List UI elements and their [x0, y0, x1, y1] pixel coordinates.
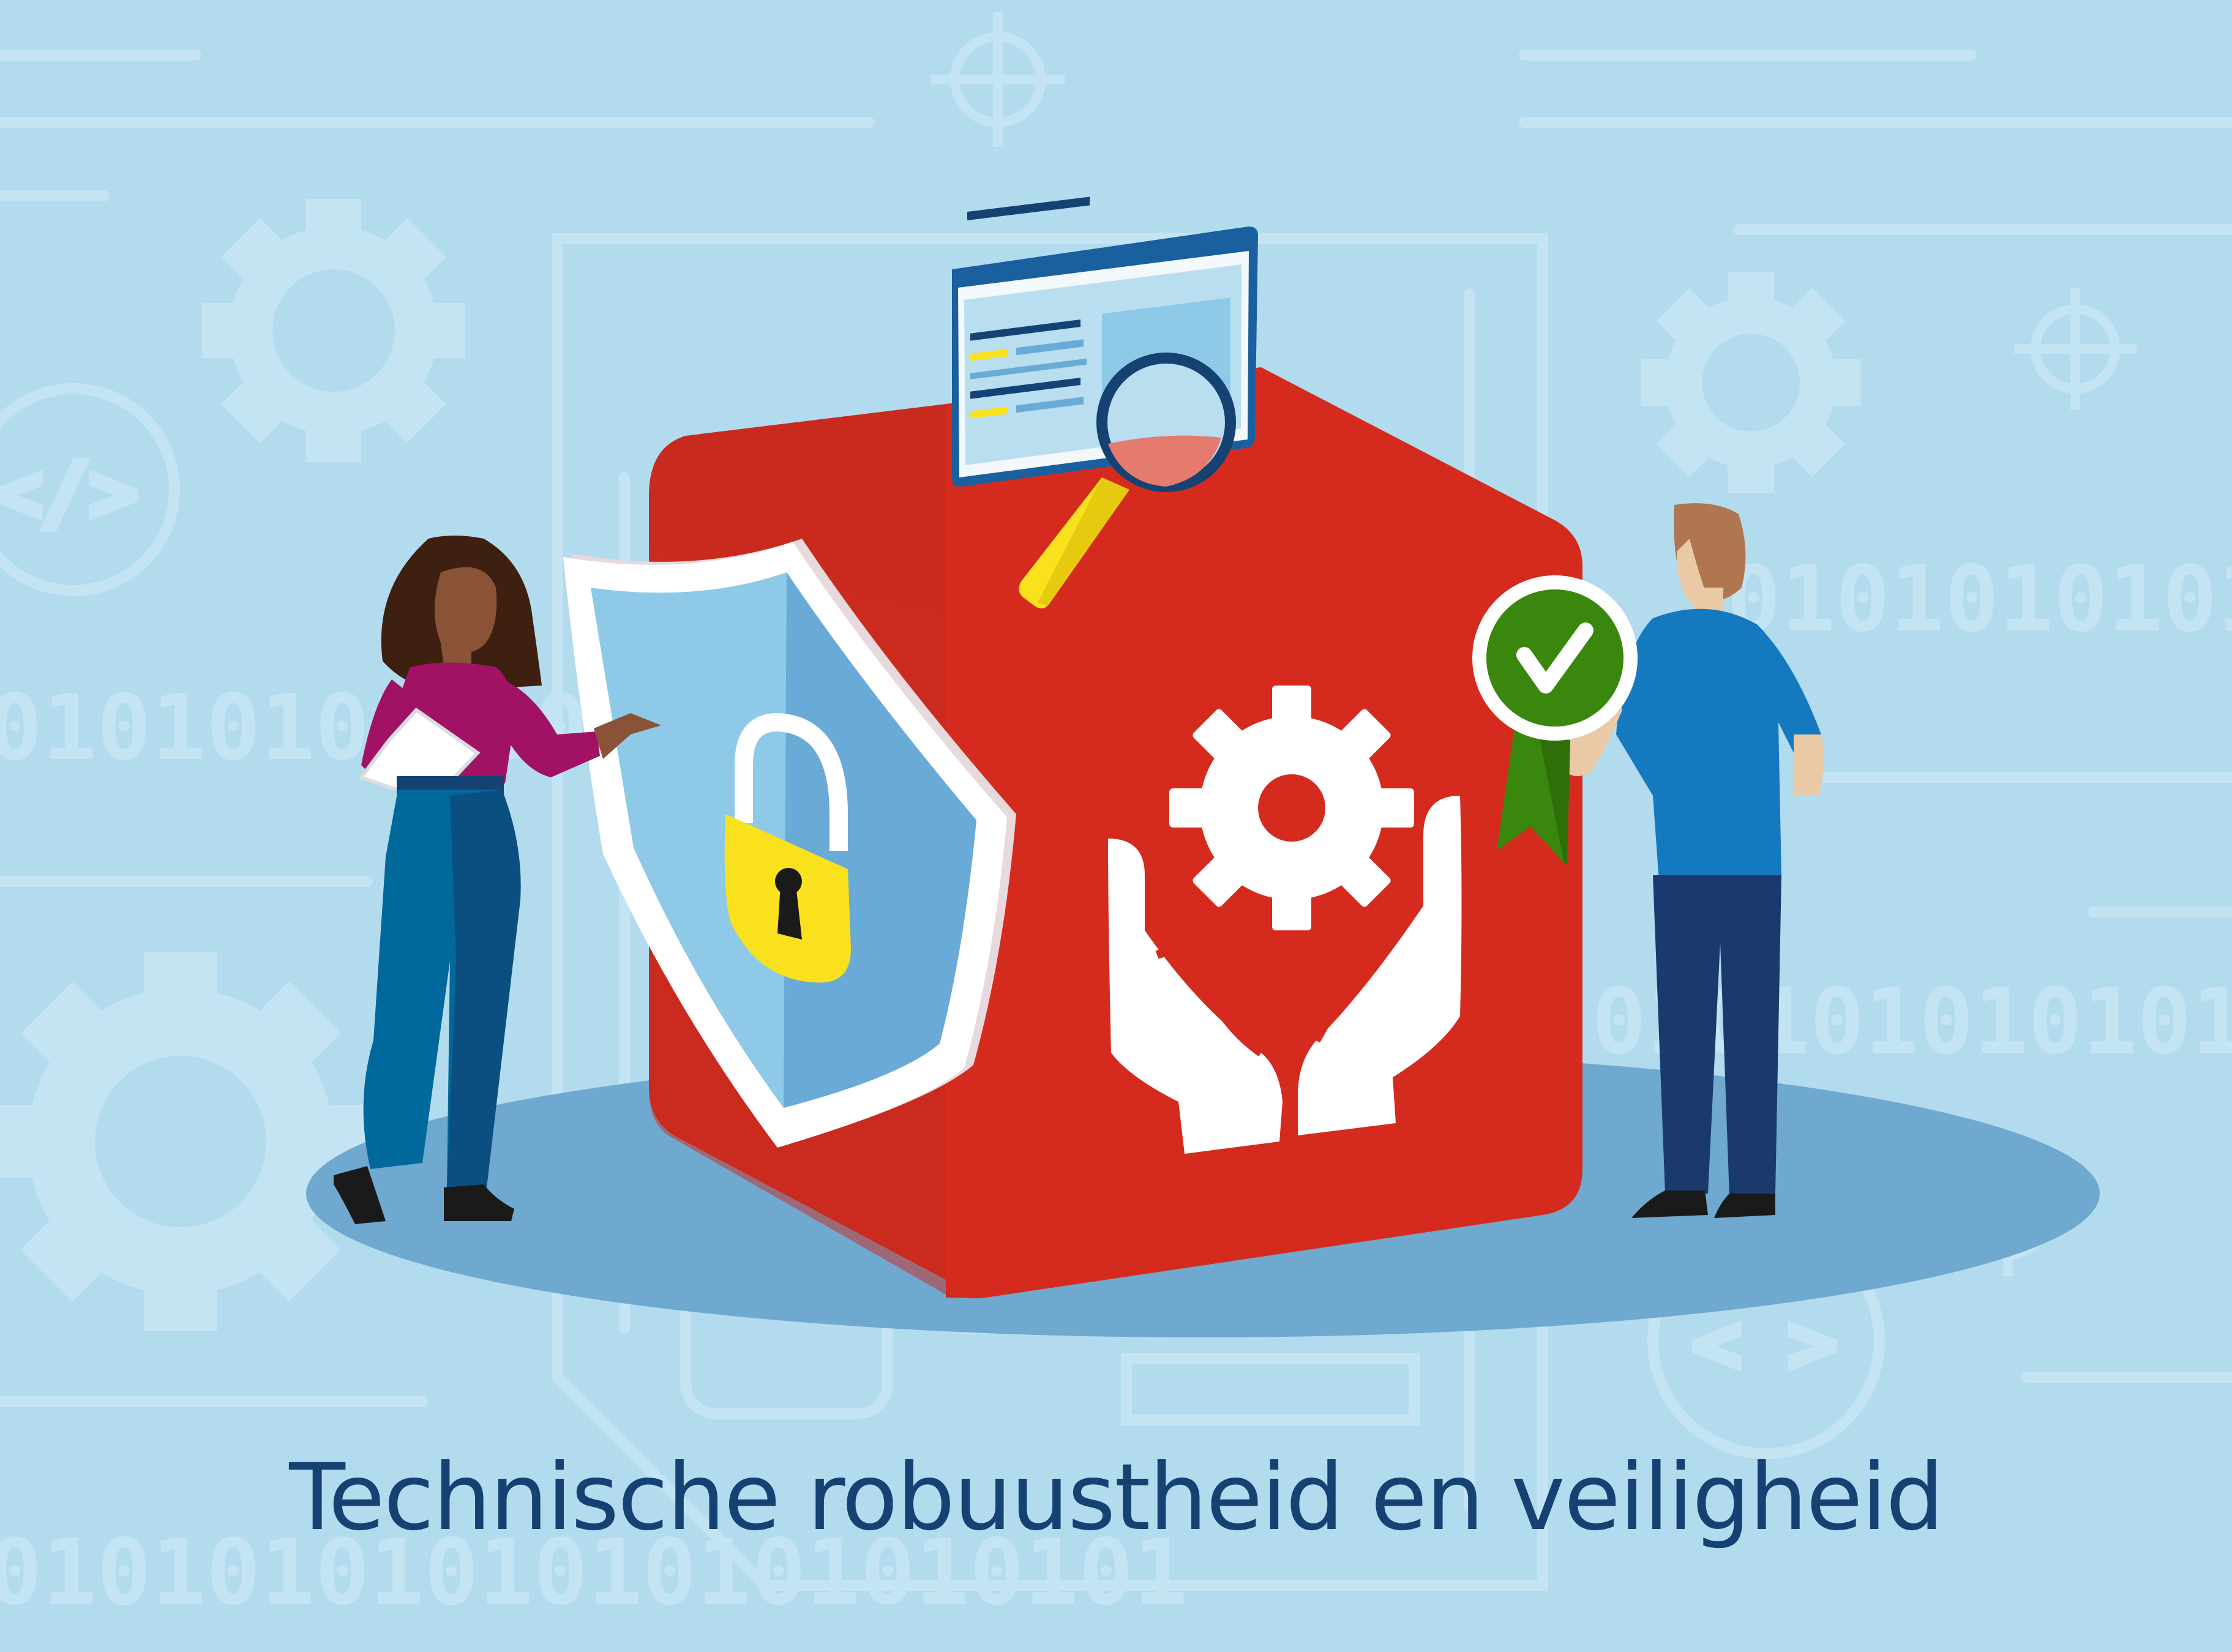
page-title: Technische robuustheid en veiligheid [289, 1445, 1944, 1551]
background-code-symbol: </> [0, 446, 138, 539]
gear-icon [1169, 686, 1414, 930]
illustration-canvas: </> < > 0101010101010101010101 010101010… [0, 12, 2232, 1625]
illustration: </> < > 0101010101010101010101 010101010… [0, 0, 2232, 1652]
background-binary-text: 0101010101010101010101 [1726, 547, 2232, 652]
